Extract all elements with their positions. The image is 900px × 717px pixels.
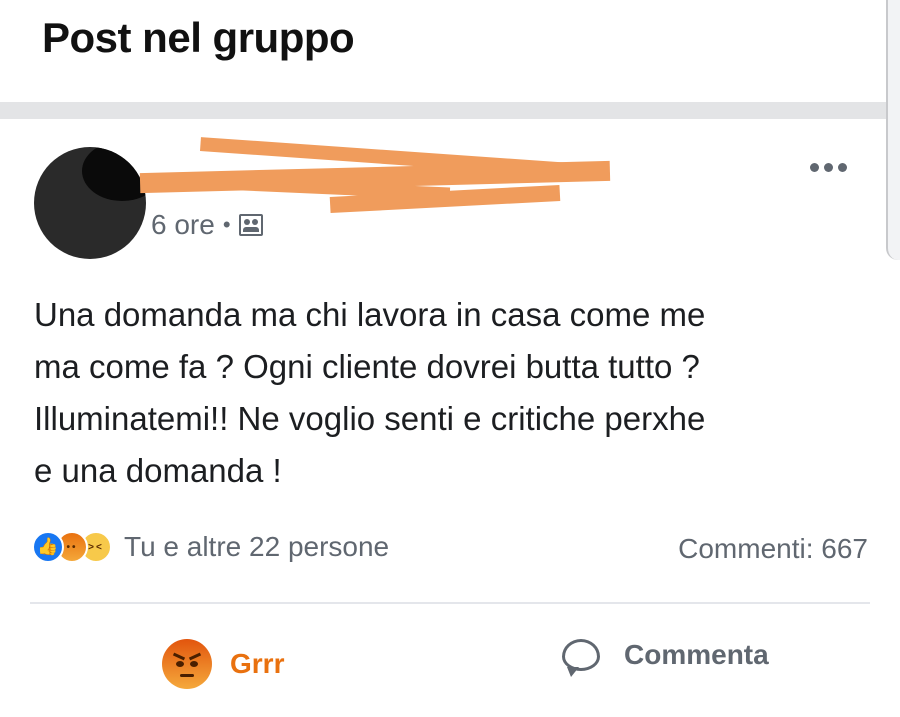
- header-divider: [0, 102, 900, 119]
- angry-icon: [162, 639, 212, 689]
- group-icon: [238, 214, 263, 236]
- more-options-icon[interactable]: [810, 163, 847, 172]
- like-icon: 👍: [32, 531, 64, 563]
- scrollbar[interactable]: [886, 0, 900, 260]
- meta-separator: •: [222, 212, 231, 237]
- post-text-line: ma come fa ? Ogni cliente dovrei butta t…: [34, 348, 700, 385]
- group-post: 6 ore • Una domanda ma chi lavora in cas…: [0, 119, 888, 717]
- reaction-button[interactable]: Grrr: [162, 639, 284, 689]
- comment-button-label: Commenta: [624, 639, 769, 670]
- post-text: Una domanda ma chi lavora in casa come m…: [34, 289, 874, 497]
- post-meta: 6 ore •: [151, 209, 263, 241]
- comment-icon: [562, 639, 600, 677]
- post-text-line: Una domanda ma chi lavora in casa come m…: [34, 296, 706, 333]
- post-text-line: e una domanda !: [34, 452, 282, 489]
- reactions-text: Tu e altre 22 persone: [124, 531, 390, 562]
- reaction-button-label: Grrr: [230, 648, 285, 679]
- page-title: Post nel gruppo: [42, 14, 355, 61]
- page-header: Post nel gruppo: [0, 0, 900, 104]
- avatar[interactable]: [34, 147, 146, 259]
- reactions-summary[interactable]: 👍 •• >< Tu e altre 22 persone: [32, 531, 389, 563]
- post-time[interactable]: 6 ore: [151, 209, 215, 241]
- post-text-line: Illuminatemi!! Ne voglio senti e critich…: [34, 400, 706, 437]
- comment-button[interactable]: Commenta: [562, 639, 769, 677]
- comments-count[interactable]: Commenti: 667: [678, 533, 868, 565]
- actions-divider: [30, 602, 870, 604]
